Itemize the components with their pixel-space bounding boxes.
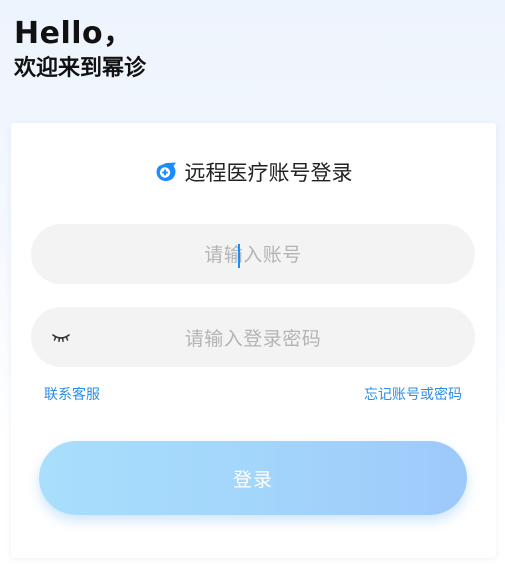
card-title: 远程医疗账号登录 (11, 157, 496, 187)
login-button[interactable]: 登录 (39, 441, 467, 515)
doctor-logo-icon (156, 162, 176, 181)
account-input[interactable]: 请输入账号 (31, 224, 475, 284)
hello-heading: Hello， (14, 16, 134, 51)
login-card: 远程医疗账号登录 请输入账号 请输入登录密码 联系客服 忘记账号或密码 登录 (11, 123, 496, 558)
password-placeholder: 请输入登录密码 (184, 327, 322, 350)
password-input[interactable]: 请输入登录密码 (31, 307, 475, 367)
eye-closed-icon[interactable] (51, 329, 71, 345)
welcome-heading: 欢迎来到幂诊 (14, 56, 147, 81)
text-caret (238, 243, 241, 268)
account-placeholder: 请输入账号 (204, 243, 302, 268)
forgot-account-password-link[interactable]: 忘记账号或密码 (364, 384, 462, 404)
contact-service-link[interactable]: 联系客服 (44, 384, 100, 404)
greeting: Hello， 欢迎来到幂诊 (14, 14, 146, 84)
login-button-label: 登录 (232, 468, 273, 491)
card-title-text: 远程医疗账号登录 (184, 161, 353, 185)
